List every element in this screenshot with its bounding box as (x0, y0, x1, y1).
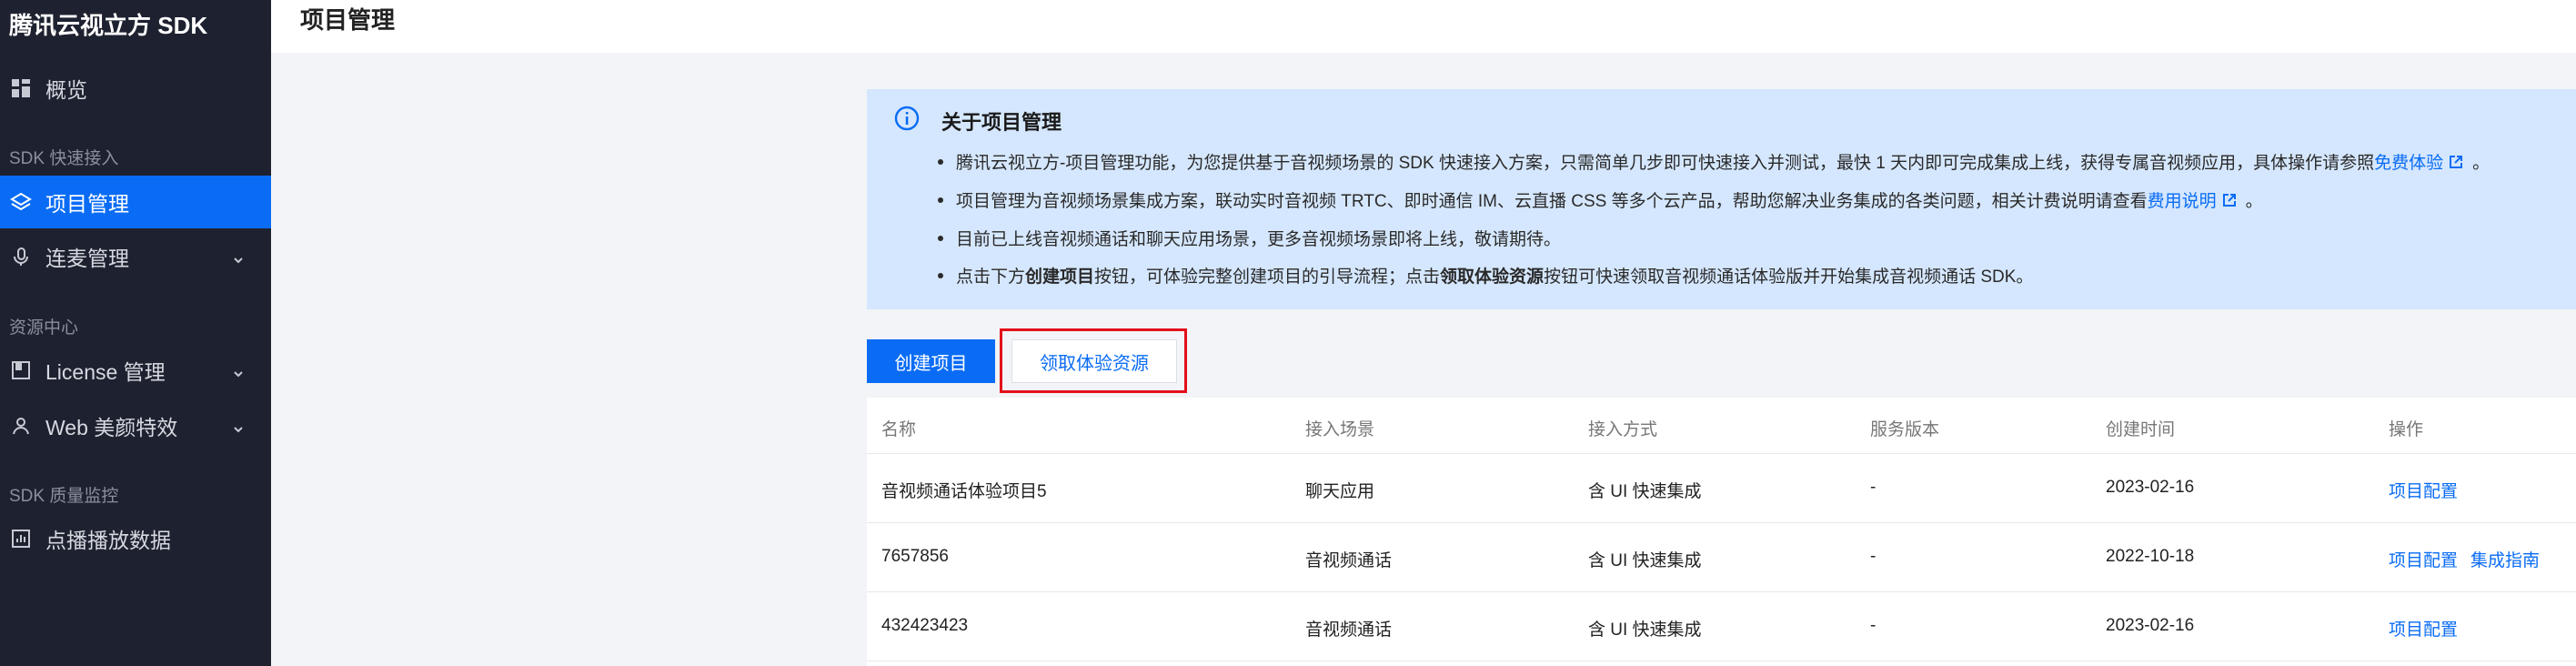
nav-group-label: SDK 质量监控 (9, 487, 119, 506)
cell-name: 7657856 (881, 547, 949, 566)
cell-name: 音视频通话体验项目5 (881, 482, 1047, 501)
chevron-down-icon (231, 248, 246, 264)
cell-scene: 聊天应用 (1305, 482, 1375, 501)
sidebar-item-label: 点播播放数据 (45, 529, 171, 552)
pricing-link[interactable]: 费用说明 (2148, 187, 2217, 212)
cell-scene: 音视频通话 (1305, 621, 1393, 640)
bullet (938, 197, 943, 203)
info-line: 腾讯云视立方-项目管理功能，为您提供基于音视频场景的 SDK 快速接入方案，只需… (938, 149, 2490, 174)
cell-method: 含 UI 快速集成 (1588, 551, 1702, 570)
sidebar-item-label: 项目管理 (45, 192, 129, 216)
project-table: 名称 接入场景 接入方式 服务版本 创建时间 操作 音视频通话体验项目5 聊天应… (867, 398, 2576, 666)
brand-title: 腾讯云视立方 SDK (9, 12, 208, 39)
column-header: 接入方式 (1588, 420, 1658, 439)
integration-guide-link[interactable]: 集成指南 (2470, 547, 2540, 571)
info-icon (894, 106, 920, 131)
chart-icon (9, 527, 33, 550)
cell-version: - (1870, 478, 1877, 497)
license-icon (9, 358, 33, 382)
column-header: 服务版本 (1870, 420, 1940, 439)
column-header: 名称 (881, 420, 917, 439)
chevron-down-icon (231, 418, 246, 433)
info-line: 目前已上线音视频通话和聊天应用场景，更多音视频场景即将上线，敬请期待。 (938, 226, 1561, 250)
sidebar-item-overview[interactable]: 概览 (0, 62, 271, 115)
cell-created: 2022-10-18 (2106, 547, 2195, 566)
column-header: 创建时间 (2106, 420, 2176, 439)
sidebar-item-label: Web 美颜特效 (45, 416, 178, 439)
info-text: 按钮可快速领取音视频通话体验版并开始集成音视频通话 SDK。 (1544, 267, 2034, 287)
free-trial-link[interactable]: 免费体验 (2374, 149, 2443, 174)
sidebar-item-vod-playback-data[interactable]: 点播播放数据 (0, 512, 271, 565)
cell-method: 含 UI 快速集成 (1588, 621, 1702, 640)
nav-group-label: 资源中心 (9, 318, 79, 338)
sidebar: 腾讯云视立方 SDK 概览 SDK 快速接入 项目管理 连麦管理 资源中心 Li… (0, 0, 271, 666)
info-bold-text: 领取体验资源 (1440, 267, 1545, 287)
info-text: 。 (2245, 192, 2263, 211)
info-text: 目前已上线音视频通话和聊天应用场景，更多音视频场景即将上线，敬请期待。 (956, 230, 1562, 249)
claim-trial-resources-button[interactable]: 领取体验资源 (1011, 339, 1177, 383)
chevron-down-icon (231, 362, 246, 378)
sidebar-item-label: 连麦管理 (45, 247, 129, 270)
cell-scene: 音视频通话 (1305, 551, 1393, 570)
bullet (938, 272, 943, 278)
create-project-button[interactable]: 创建项目 (867, 339, 995, 383)
info-text: 。 (2472, 154, 2490, 173)
column-header: 接入场景 (1305, 420, 1375, 439)
table-header: 名称 接入场景 接入方式 服务版本 创建时间 操作 (867, 398, 2576, 454)
sidebar-item-label: License 管理 (45, 360, 166, 384)
table-row: 432423423 音视频通话 含 UI 快速集成 - 2023-02-16 项… (867, 592, 2576, 661)
cell-version: - (1870, 547, 1877, 566)
bullet (938, 158, 943, 165)
cell-version: - (1870, 616, 1877, 635)
info-text: 腾讯云视立方-项目管理功能，为您提供基于音视频场景的 SDK 快速接入方案，只需… (956, 154, 2375, 173)
sidebar-item-label: 概览 (45, 78, 87, 102)
page-title: 项目管理 (300, 6, 396, 34)
info-panel: 关于项目管理 腾讯云视立方-项目管理功能，为您提供基于音视频场景的 SDK 快速… (867, 89, 2576, 309)
project-config-link[interactable]: 项目配置 (2389, 478, 2458, 502)
info-text: 项目管理为音视频场景集成方案，联动实时音视频 TRTC、即时通信 IM、云直播 … (956, 192, 2148, 211)
info-line: 点击下方 创建项目 按钮，可体验完整创建项目的引导流程；点击 领取体验资源 按钮… (938, 263, 2033, 288)
sidebar-item-co-anchoring[interactable]: 连麦管理 (0, 230, 271, 283)
table-row: 7657856 音视频通话 含 UI 快速集成 - 2022-10-18 项目配… (867, 523, 2576, 592)
project-config-link[interactable]: 项目配置 (2389, 616, 2458, 641)
dashboard-icon (9, 76, 33, 100)
external-link-icon[interactable] (2222, 193, 2237, 207)
cell-created: 2023-02-16 (2106, 616, 2195, 635)
table-row: 音视频通话体验项目5 聊天应用 含 UI 快速集成 - 2023-02-16 项… (867, 454, 2576, 523)
mic-icon (9, 245, 33, 268)
cell-name: 432423423 (881, 616, 969, 635)
user-icon (9, 414, 33, 438)
sidebar-item-license[interactable]: License 管理 (0, 344, 271, 397)
cell-created: 2023-02-16 (2106, 478, 2195, 497)
layers-icon (9, 190, 33, 214)
top-bar: 项目管理 (271, 0, 2576, 53)
project-config-link[interactable]: 项目配置 (2389, 547, 2458, 571)
info-title: 关于项目管理 (941, 111, 1062, 134)
nav-group-label: SDK 快速接入 (9, 149, 119, 168)
info-text: 点击下方 (956, 267, 1026, 287)
sidebar-item-web-beauty[interactable]: Web 美颜特效 (0, 399, 271, 452)
info-text: 按钮，可体验完整创建项目的引导流程；点击 (1094, 267, 1441, 287)
column-header: 操作 (2389, 420, 2424, 439)
external-link-icon[interactable] (2449, 155, 2463, 169)
sidebar-item-project-management[interactable]: 项目管理 (0, 176, 271, 228)
info-line: 项目管理为音视频场景集成方案，联动实时音视频 TRTC、即时通信 IM、云直播 … (938, 187, 2263, 212)
cell-method: 含 UI 快速集成 (1588, 482, 1702, 501)
info-bold-text: 创建项目 (1025, 267, 1095, 287)
bullet (938, 235, 943, 241)
